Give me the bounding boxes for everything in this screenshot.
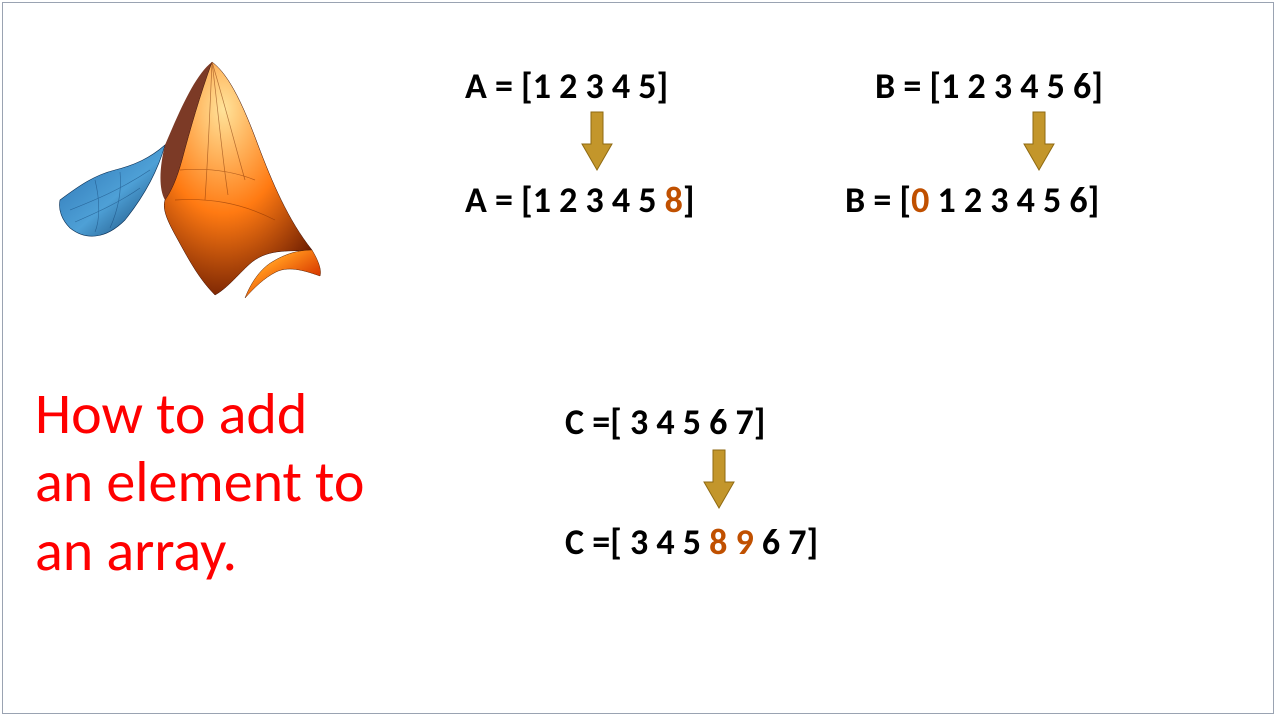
- array-A-after-highlight: 8: [665, 178, 683, 222]
- arrow-B: [1022, 110, 1056, 172]
- array-A-after: A = [1 2 3 4 5 8]: [465, 178, 695, 222]
- array-C-after: C =[ 3 4 5 8 9 6 7]: [565, 520, 818, 564]
- array-C-before: C =[ 3 4 5 6 7]: [565, 400, 765, 444]
- slide-title: How to add an element to an array.: [35, 380, 365, 585]
- array-A-before-text: A = [1 2 3 4 5]: [465, 64, 668, 108]
- array-B-before-text: B = [1 2 3 4 5 6]: [875, 64, 1103, 108]
- array-C-after-prefix: C =[ 3 4 5: [565, 520, 709, 564]
- array-B-after-suffix: 1 2 3 4 5 6]: [929, 178, 1099, 222]
- title-line2: an element to: [35, 446, 365, 517]
- array-B-after-highlight: 0: [911, 178, 929, 222]
- arrow-C: [702, 448, 736, 510]
- array-A-before: A = [1 2 3 4 5]: [465, 64, 668, 108]
- array-C-before-text: C =[ 3 4 5 6 7]: [565, 400, 765, 444]
- array-B-after-prefix: B = [: [845, 178, 911, 222]
- array-B-after: B = [0 1 2 3 4 5 6]: [845, 178, 1099, 222]
- array-C-after-highlight: 8 9: [709, 520, 754, 564]
- array-A-after-suffix: ]: [683, 178, 695, 222]
- array-B-before: B = [1 2 3 4 5 6]: [875, 64, 1103, 108]
- arrow-A: [580, 110, 614, 172]
- title-line1: How to add: [35, 378, 307, 449]
- matlab-logo: [40, 50, 340, 320]
- array-A-after-prefix: A = [1 2 3 4 5: [465, 178, 665, 222]
- array-C-after-suffix: 6 7]: [754, 520, 818, 564]
- title-line3: an array.: [35, 515, 237, 586]
